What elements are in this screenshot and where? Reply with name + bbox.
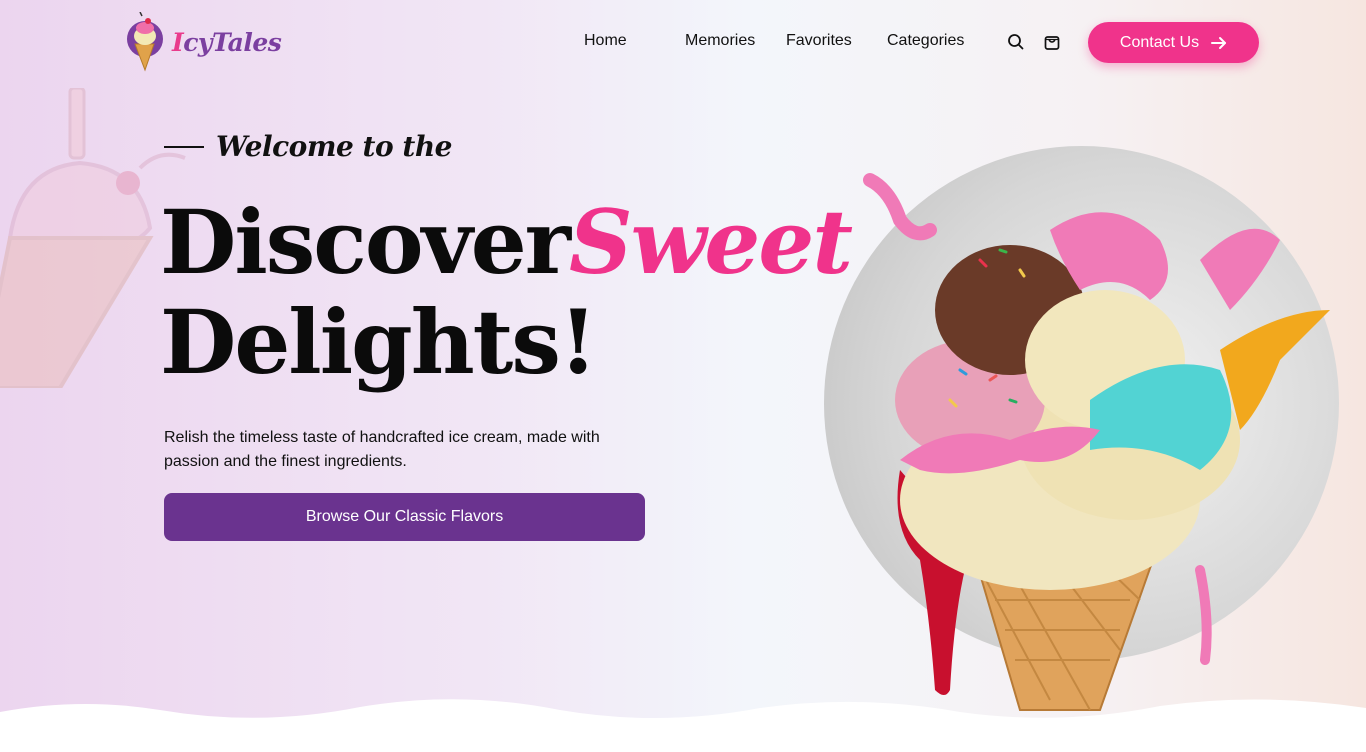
welcome-tagline: Welcome to the [164, 130, 453, 163]
arrow-right-icon [1211, 36, 1227, 49]
brand-name: IcyTales [172, 27, 282, 57]
bag-icon[interactable] [1042, 32, 1062, 52]
brand-logo[interactable]: IcyTales [126, 12, 282, 72]
nav-memories[interactable]: Memories [685, 32, 755, 50]
hero-title-delights: Delights! [160, 290, 597, 394]
tagline-divider [164, 145, 204, 148]
bottom-wave-divider [0, 699, 1366, 752]
welcome-text: Welcome to the [216, 130, 453, 163]
contact-us-label: Contact Us [1119, 33, 1200, 51]
hero-title: DiscoverSweet Delights! [160, 190, 853, 394]
search-icon[interactable] [1006, 32, 1026, 52]
hero-title-discover: Discover [160, 190, 571, 294]
nav-home[interactable]: Home [584, 32, 627, 50]
hero-description: Relish the timeless taste of handcrafted… [164, 429, 600, 470]
ice-cream-cone-image [863, 173, 1330, 711]
nav-categories[interactable]: Categories [887, 32, 964, 50]
browse-flavors-button[interactable]: Browse Our Classic Flavors [164, 493, 645, 541]
site-header: IcyTales Home Memories Favorites Categor… [0, 0, 1366, 86]
contact-us-button[interactable]: Contact Us [1088, 22, 1259, 63]
hero-title-sweet: Sweet [569, 190, 853, 294]
ice-cream-logo-icon [127, 12, 163, 72]
nav-favorites[interactable]: Favorites [786, 32, 852, 50]
